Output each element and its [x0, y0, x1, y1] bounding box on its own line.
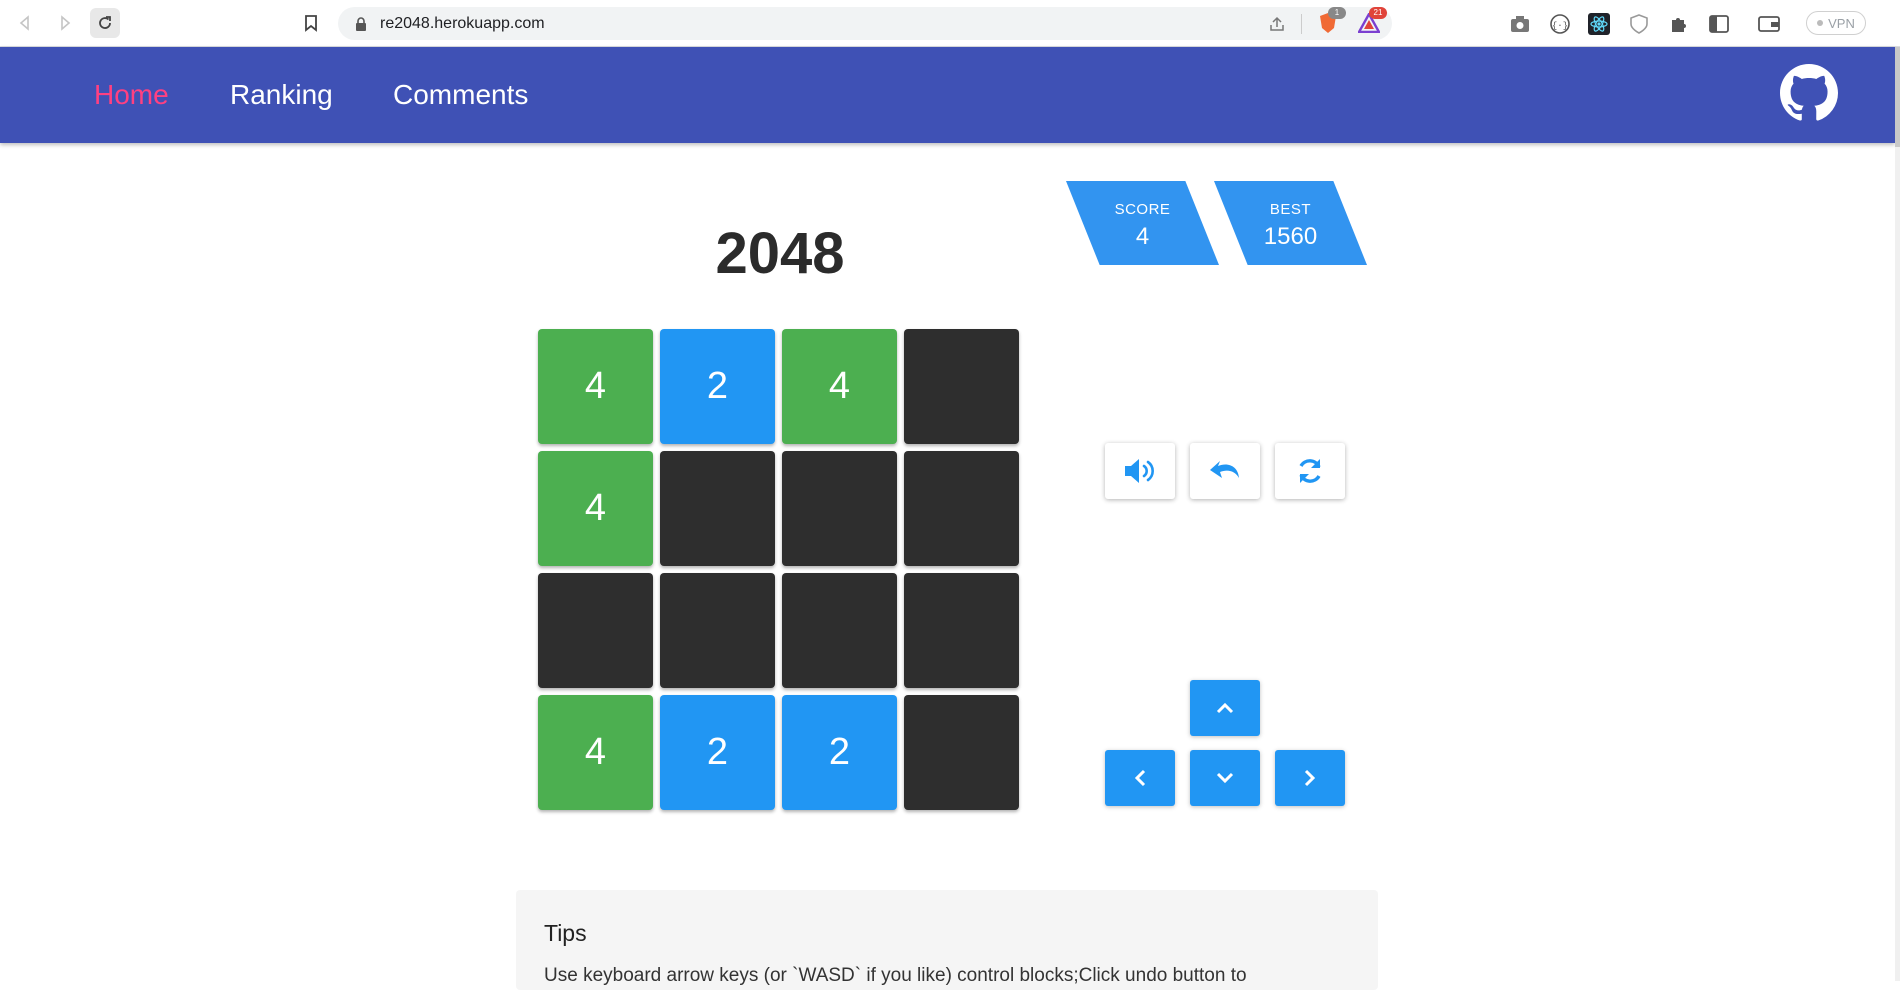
- move-up-button[interactable]: [1190, 680, 1260, 736]
- tile: 2: [782, 695, 897, 810]
- bookmark-icon: [305, 15, 317, 32]
- tile: 4: [538, 451, 653, 566]
- empty-cell: [538, 573, 653, 688]
- empty-cell: [782, 451, 897, 566]
- tips-heading: Tips: [544, 920, 587, 946]
- browser-toolbar: re2048.herokuapp.com 1 21 {·} VPN: [0, 0, 1900, 47]
- move-down-button[interactable]: [1190, 750, 1260, 806]
- ext-brackets-button[interactable]: {·}: [1548, 12, 1572, 36]
- shield-icon: [1630, 14, 1648, 34]
- scrollbar-thumb[interactable]: [1895, 47, 1900, 147]
- shield-badge: 1: [1328, 7, 1346, 19]
- rewards-badge: 21: [1369, 7, 1387, 19]
- score-box: SCORE 4: [1066, 181, 1219, 265]
- score-value: 4: [1135, 223, 1150, 250]
- chevron-up-icon: [1216, 702, 1234, 714]
- empty-cell: [904, 329, 1019, 444]
- best-value: 1560: [1263, 223, 1318, 250]
- nav-home[interactable]: Home: [94, 47, 169, 143]
- react-icon: [1588, 13, 1610, 35]
- tile: 4: [538, 695, 653, 810]
- sound-button[interactable]: [1105, 443, 1175, 499]
- svg-text:{·}: {·}: [1552, 21, 1568, 31]
- move-right-button[interactable]: [1275, 750, 1345, 806]
- empty-cell: [904, 695, 1019, 810]
- game-title: 2048: [715, 221, 845, 286]
- nav-ranking[interactable]: Ranking: [230, 47, 333, 143]
- bookmark-button[interactable]: [296, 8, 326, 38]
- tips-panel: Tips Use keyboard arrow keys (or `WASD` …: [516, 890, 1378, 990]
- chevron-down-icon: [1216, 772, 1234, 784]
- lock-icon: [356, 17, 366, 31]
- tips-text: Use keyboard arrow keys (or `WASD` if yo…: [544, 965, 1247, 986]
- chevron-left-icon: [1134, 769, 1146, 787]
- best-label: BEST: [1269, 201, 1312, 218]
- wallet-button[interactable]: [1757, 12, 1781, 36]
- vpn-label: VPN: [1828, 15, 1855, 31]
- empty-cell: [660, 451, 775, 566]
- tile: 2: [660, 695, 775, 810]
- sidebar-button[interactable]: [1707, 12, 1731, 36]
- wallet-icon: [1758, 16, 1780, 32]
- puzzle-icon: [1672, 18, 1686, 32]
- score-label: SCORE: [1114, 201, 1171, 218]
- empty-cell: [904, 573, 1019, 688]
- brave-rewards-button[interactable]: 21: [1357, 7, 1387, 35]
- react-devtools-button[interactable]: [1587, 12, 1611, 36]
- address-bar[interactable]: re2048.herokuapp.com 1 21: [338, 7, 1392, 40]
- brackets-icon: {·}: [1550, 14, 1570, 34]
- app-navbar: Home Ranking Comments: [0, 47, 1895, 143]
- back-icon: [19, 15, 29, 31]
- forward-button[interactable]: [50, 8, 80, 38]
- tile: 4: [538, 329, 653, 444]
- vpn-button[interactable]: VPN: [1806, 11, 1866, 35]
- restart-button[interactable]: [1275, 443, 1345, 499]
- undo-button[interactable]: [1190, 443, 1260, 499]
- move-left-button[interactable]: [1105, 750, 1175, 806]
- restart-icon: [1299, 459, 1321, 483]
- game-board: 4244422: [538, 329, 1020, 811]
- ext-shield-button[interactable]: [1627, 12, 1651, 36]
- empty-cell: [904, 451, 1019, 566]
- share-icon[interactable]: [1268, 15, 1286, 33]
- sidebar-icon: [1709, 15, 1729, 33]
- vpn-status-dot: [1817, 20, 1824, 26]
- extensions-button[interactable]: [1667, 12, 1691, 36]
- github-icon[interactable]: [1780, 64, 1838, 122]
- reload-button[interactable]: [90, 8, 120, 38]
- tile: 2: [660, 329, 775, 444]
- empty-cell: [660, 573, 775, 688]
- sound-icon: [1125, 459, 1154, 483]
- undo-icon: [1210, 461, 1239, 478]
- best-box: BEST 1560: [1214, 181, 1367, 265]
- tile: 4: [782, 329, 897, 444]
- empty-cell: [782, 573, 897, 688]
- chevron-right-icon: [1304, 769, 1316, 787]
- forward-icon: [61, 15, 71, 31]
- reload-icon: [99, 16, 111, 29]
- nav-comments[interactable]: Comments: [393, 47, 528, 143]
- brave-shield-button[interactable]: 1: [1316, 7, 1346, 35]
- camera-icon: [1511, 16, 1529, 32]
- screenshot-button[interactable]: [1508, 12, 1532, 36]
- page-scrollbar[interactable]: [1895, 47, 1900, 981]
- back-button[interactable]: [10, 8, 40, 38]
- url-text: re2048.herokuapp.com: [380, 15, 545, 32]
